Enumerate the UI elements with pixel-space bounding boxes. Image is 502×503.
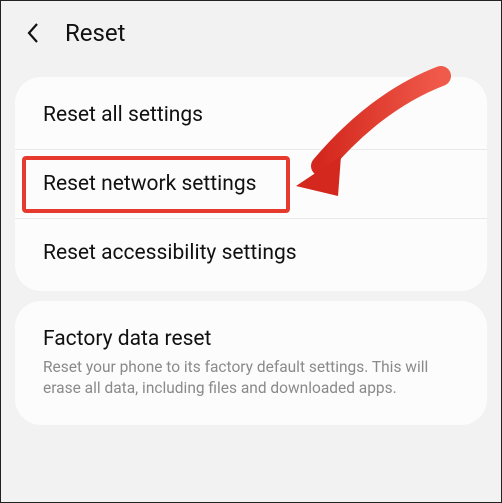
reset-network-settings-item[interactable]: Reset network settings [15, 150, 487, 219]
page-title: Reset [65, 19, 125, 47]
reset-all-settings-item[interactable]: Reset all settings [15, 81, 487, 150]
list-item-label: Reset network settings [43, 172, 459, 196]
back-icon[interactable] [21, 21, 45, 45]
header-bar: Reset [1, 1, 501, 67]
list-item-label: Reset all settings [43, 103, 459, 127]
list-item-label: Reset accessibility settings [43, 241, 459, 265]
list-item-label: Factory data reset [43, 327, 459, 351]
reset-options-card: Reset all settings Reset network setting… [15, 77, 487, 291]
list-item-subtitle: Reset your phone to its factory default … [43, 357, 459, 399]
factory-data-reset-item[interactable]: Factory data reset Reset your phone to i… [15, 305, 487, 421]
factory-reset-card: Factory data reset Reset your phone to i… [15, 301, 487, 425]
reset-accessibility-settings-item[interactable]: Reset accessibility settings [15, 219, 487, 287]
